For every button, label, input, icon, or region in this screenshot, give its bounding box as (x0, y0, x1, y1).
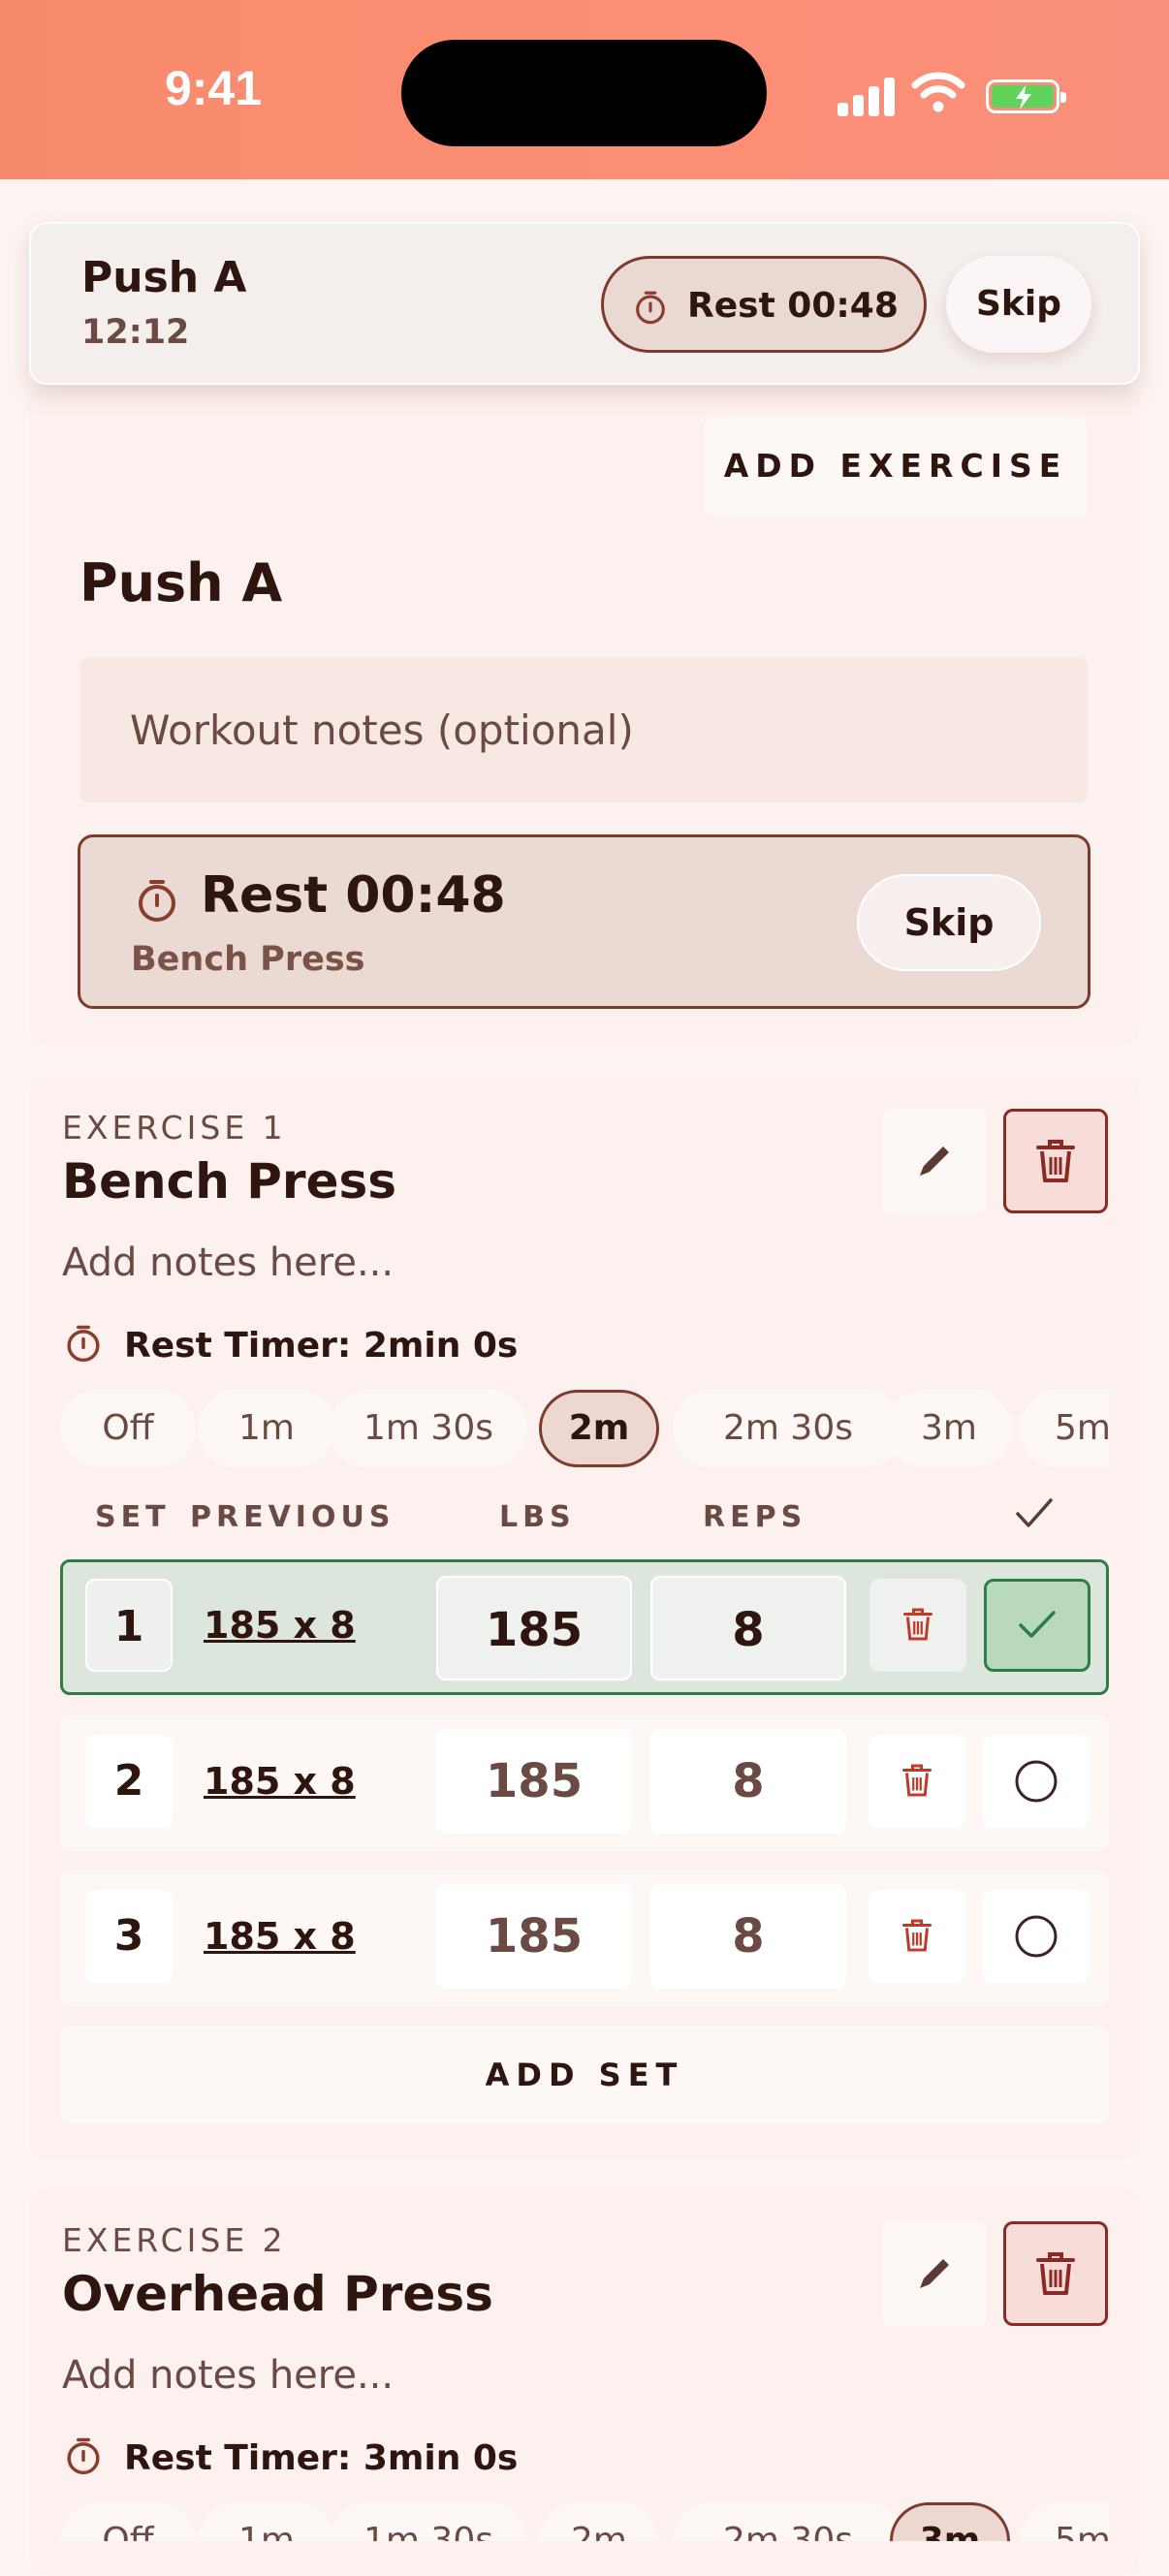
elapsed-time: 12:12 (81, 313, 190, 352)
sticky-workout-header: Push A 12:12 Rest 00:48 Skip (29, 222, 1140, 385)
delete-set-button[interactable] (869, 1890, 965, 1983)
checkmark-icon (1014, 1496, 1055, 1535)
timer-option-1m30s[interactable]: 1m 30s (330, 2502, 527, 2541)
workout-title: Push A (79, 552, 283, 613)
timer-option-1m[interactable]: 1m (198, 2502, 335, 2541)
column-reps: REPS (703, 1500, 807, 1534)
rest-timer-banner: Rest 00:48 Bench Press Skip (78, 834, 1090, 1009)
lbs-input[interactable]: 185 (436, 1729, 632, 1834)
rest-timer-pill[interactable]: Rest 00:48 (601, 256, 927, 353)
stopwatch-icon (64, 1324, 103, 1367)
set-number: 3 (85, 1890, 173, 1983)
add-set-button[interactable]: ADD SET (60, 2026, 1109, 2123)
circle-icon (1015, 1915, 1058, 1958)
pencil-icon (920, 1147, 949, 1176)
edit-exercise-button[interactable] (882, 1109, 987, 1213)
delete-set-button[interactable] (869, 1579, 966, 1672)
stopwatch-icon (633, 290, 668, 329)
rest-timer-options: Off 1m 1m 30s 2m 2m 30s 3m 5m (60, 2500, 1109, 2541)
exercise-name: Bench Press (62, 1153, 396, 1209)
rest-countdown: Rest 00:48 (201, 866, 506, 925)
set-number: 1 (85, 1579, 173, 1672)
trash-icon (1036, 1140, 1075, 1182)
delete-exercise-button[interactable] (1003, 1109, 1108, 1213)
trash-icon (1036, 2252, 1075, 2295)
cellular-signal-icon (837, 76, 896, 116)
timer-option-3m[interactable]: 3m (886, 1390, 1012, 1467)
trash-icon (903, 1608, 932, 1641)
exercise-notes-input[interactable]: Add notes here... (62, 1241, 394, 1285)
set-row: 3 185 x 8 185 8 (60, 1870, 1109, 2006)
timer-option-2m[interactable]: 2m (539, 1390, 659, 1467)
previous-value[interactable]: 185 x 8 (204, 1604, 356, 1647)
column-set: SET (95, 1500, 171, 1534)
header-skip-button[interactable]: Skip (946, 256, 1091, 353)
exercise-notes-input[interactable]: Add notes here... (62, 2353, 394, 2398)
set-complete-toggle[interactable] (983, 1735, 1090, 1828)
reps-input[interactable]: 8 (650, 1884, 846, 1989)
rest-pill-label: Rest 00:48 (687, 286, 899, 326)
stopwatch-icon (135, 878, 179, 927)
timer-option-off[interactable]: Off (60, 1390, 196, 1467)
timer-option-5m[interactable]: 5m (1020, 1390, 1109, 1467)
lbs-input[interactable]: 185 (436, 1884, 632, 1989)
timer-option-2m30s[interactable]: 2m 30s (673, 1390, 903, 1467)
timer-option-2m[interactable]: 2m (539, 2502, 659, 2541)
rest-timer-options: Off 1m 1m 30s 2m 2m 30s 3m 5m (60, 1388, 1109, 1469)
column-lbs: LBS (499, 1500, 576, 1534)
set-row: 2 185 x 8 185 8 (60, 1715, 1109, 1851)
rest-exercise-name: Bench Press (131, 940, 365, 979)
timer-option-off[interactable]: Off (60, 2502, 196, 2541)
lbs-input[interactable]: 185 (436, 1576, 632, 1681)
previous-value[interactable]: 185 x 8 (204, 1760, 356, 1803)
exercise-number: EXERCISE 1 (62, 1109, 287, 1147)
timer-option-2m30s[interactable]: 2m 30s (673, 2502, 903, 2541)
battery-icon (986, 79, 1066, 113)
add-exercise-button[interactable]: ADD EXERCISE (704, 417, 1088, 516)
timer-option-5m[interactable]: 5m (1020, 2502, 1109, 2541)
rest-skip-button[interactable]: Skip (857, 874, 1041, 971)
trash-icon (902, 1919, 932, 1952)
dynamic-island (401, 40, 767, 146)
timer-option-1m[interactable]: 1m (198, 1390, 335, 1467)
exercise-name: Overhead Press (62, 2266, 493, 2322)
delete-exercise-button[interactable] (1003, 2221, 1108, 2326)
header-workout-title: Push A (81, 253, 247, 302)
checkmark-icon (1019, 1611, 1056, 1638)
stopwatch-icon (64, 2436, 103, 2479)
pencil-icon (920, 2259, 949, 2288)
delete-set-button[interactable] (869, 1735, 965, 1828)
rest-timer-label: Rest Timer: 2min 0s (124, 1326, 519, 1366)
trash-icon (902, 1764, 932, 1797)
set-row: 1 185 x 8 185 8 (60, 1559, 1109, 1695)
wifi-icon (911, 70, 965, 116)
workout-notes-input[interactable] (79, 657, 1088, 802)
rest-timer-label: Rest Timer: 3min 0s (124, 2438, 519, 2478)
status-bar: 9:41 (0, 0, 1169, 179)
exercise-number: EXERCISE 2 (62, 2221, 287, 2259)
set-complete-toggle[interactable] (984, 1579, 1090, 1672)
timer-option-1m30s[interactable]: 1m 30s (330, 1390, 527, 1467)
previous-value[interactable]: 185 x 8 (204, 1915, 356, 1958)
set-complete-toggle[interactable] (983, 1890, 1090, 1983)
status-time: 9:41 (164, 61, 263, 115)
column-previous: PREVIOUS (190, 1500, 395, 1534)
set-number: 2 (85, 1735, 173, 1828)
reps-input[interactable]: 8 (650, 1729, 846, 1834)
edit-exercise-button[interactable] (882, 2221, 987, 2326)
circle-icon (1015, 1760, 1058, 1803)
reps-input[interactable]: 8 (650, 1576, 846, 1681)
timer-option-3m[interactable]: 3m (890, 2502, 1010, 2541)
